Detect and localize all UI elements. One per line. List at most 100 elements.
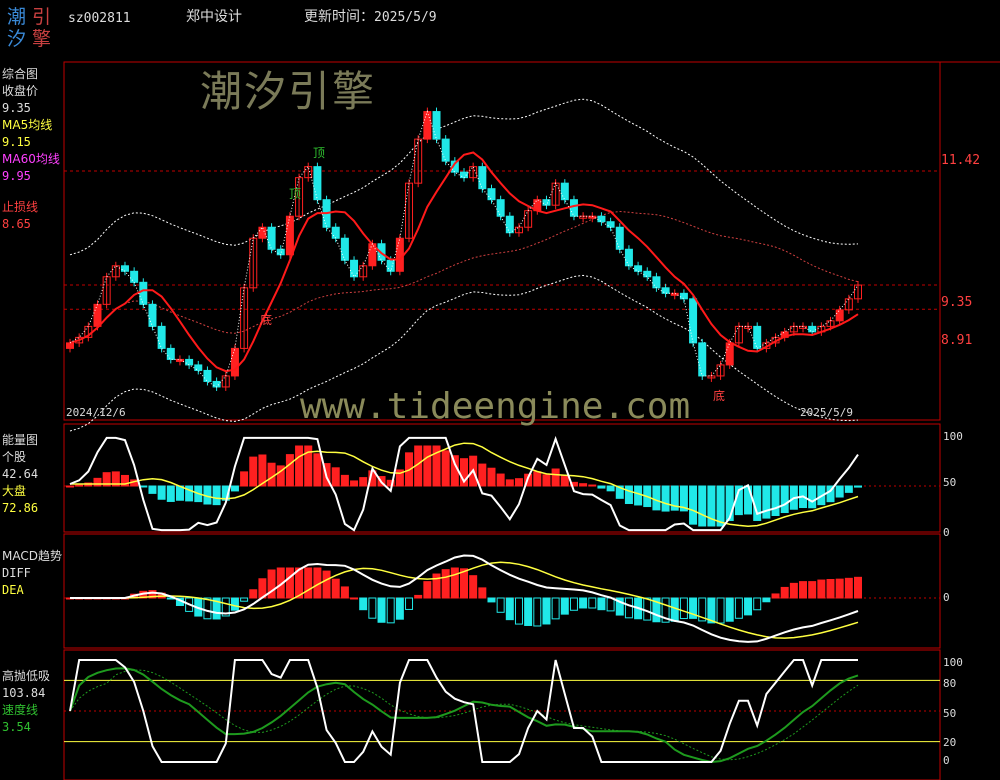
energy-title: 能量图 [2, 433, 39, 447]
macd-bar-26 [304, 567, 313, 599]
main-title: 综合图 [2, 67, 39, 81]
energy-bar-85 [844, 485, 853, 493]
macd-bar-79 [789, 582, 798, 599]
logo-char-3: 汐 [7, 28, 27, 50]
energy-bar-69 [698, 485, 707, 527]
diff-label: DIFF [2, 566, 31, 580]
energy-bar-9 [148, 485, 157, 494]
energy-bar-52 [542, 474, 551, 487]
kdj-tick-50: 50 [943, 707, 957, 720]
kdj-panel-legend: 高抛低吸 103.84 速度线 3.54 [2, 668, 50, 736]
energy-bar-20 [249, 456, 258, 487]
energy-bar-22 [267, 462, 276, 487]
candle-16 [212, 380, 221, 388]
candle-23 [276, 248, 285, 256]
url-watermark: www.tideengine.com [300, 386, 691, 427]
energy-bar-81 [808, 485, 817, 509]
macd-bar-73 [734, 597, 743, 619]
candle-24 [285, 215, 294, 256]
panel-frame-3 [63, 649, 941, 780]
macd-bar-24 [285, 567, 294, 599]
date-end: 2025/5/9 [800, 406, 853, 419]
energy-bar-41 [441, 450, 450, 487]
energy-bar-19 [240, 471, 249, 487]
energy-bar-0 [66, 485, 74, 488]
candle-68 [689, 298, 698, 344]
macd-bar-48 [505, 597, 514, 621]
energy-bar-16 [212, 485, 221, 506]
macd-bar-78 [780, 586, 789, 599]
candle-13 [185, 358, 194, 366]
logo: 潮引 汐擎 [7, 6, 51, 50]
candle-21 [258, 226, 267, 239]
candle-41 [441, 138, 450, 162]
energy-bar-78 [780, 485, 789, 514]
energy-bar-47 [496, 473, 505, 487]
candle-39 [423, 111, 432, 140]
energy-bar-58 [597, 485, 606, 489]
energy-bar-32 [359, 477, 368, 487]
macd-bar-51 [533, 597, 542, 627]
macd-bar-49 [514, 597, 523, 625]
energy-bar-64 [652, 485, 661, 511]
speed-value: 3.54 [2, 720, 31, 734]
energy-stock-value: 42.64 [2, 467, 39, 481]
candle-69 [698, 342, 707, 377]
macd-bar-57 [588, 597, 597, 609]
price-tick-3: 8.91 [941, 333, 973, 348]
candle-6 [120, 265, 129, 272]
macd-bar-55 [569, 597, 578, 611]
macd-bar-63 [643, 597, 652, 621]
energy-bar-46 [487, 467, 496, 487]
candle-36 [395, 237, 404, 272]
macd-bar-52 [542, 597, 551, 625]
macd-bar-29 [331, 578, 340, 599]
stock-name: 郑中设计 [186, 9, 242, 25]
energy-bar-56 [579, 483, 588, 487]
top-mark: 顶 [313, 146, 326, 160]
macd-bar-32 [359, 597, 368, 611]
candle-48 [505, 215, 514, 234]
energy-bar-24 [285, 454, 294, 487]
macd-bar-84 [835, 578, 844, 599]
energy-bar-84 [835, 485, 844, 498]
macd-bar-46 [487, 597, 496, 603]
macd-bar-67 [679, 597, 688, 620]
macd-bar-38 [414, 594, 423, 599]
energy-bar-18 [230, 485, 239, 492]
macd-bar-80 [799, 581, 808, 599]
speed-line [69, 667, 859, 764]
macd-bar-15 [203, 597, 212, 620]
macd-title: MACD趋势 [2, 549, 62, 563]
ma60-label: MA60均线 [2, 152, 60, 166]
candle-59 [606, 221, 615, 228]
energy-bar-62 [634, 485, 643, 506]
brand-watermark: 潮汐引擎 [200, 67, 377, 116]
stop-value: 8.65 [2, 217, 31, 231]
energy-bar-57 [588, 484, 597, 487]
logo-char-4: 擎 [32, 28, 52, 50]
macd-bar-81 [808, 581, 817, 599]
macd-bar-56 [579, 597, 588, 609]
candle-55 [569, 199, 578, 217]
macd-bar-61 [624, 597, 633, 619]
macd-bar-75 [753, 597, 762, 611]
price-tick-2: 9.35 [941, 295, 973, 310]
energy-bar-49 [514, 478, 523, 487]
macd-bar-72 [725, 597, 734, 622]
macd-bar-33 [368, 597, 377, 619]
candle-30 [340, 237, 349, 261]
macd-bar-39 [423, 581, 432, 599]
candle-63 [643, 270, 652, 278]
macd-panel-legend: MACD趋势 DIFF DEA [2, 548, 62, 599]
macd-bar-54 [560, 597, 569, 615]
energy-bar-86 [854, 485, 862, 488]
ma60-value: 9.95 [2, 169, 31, 183]
macd-bar-44 [469, 575, 478, 599]
energy-bar-3 [93, 477, 102, 487]
candle-62 [634, 265, 643, 272]
candle-8 [139, 281, 148, 305]
energy-bar-53 [551, 468, 560, 487]
macd-bar-77 [771, 593, 780, 599]
energy-bar-77 [771, 485, 780, 517]
